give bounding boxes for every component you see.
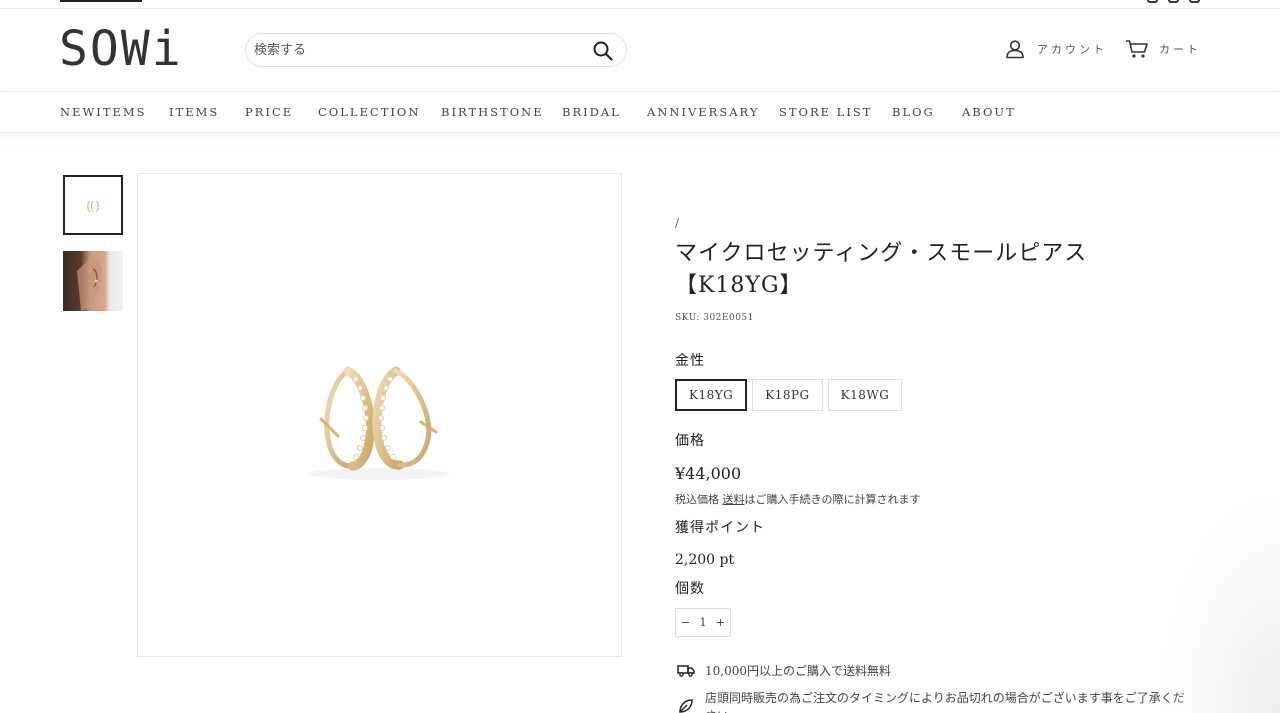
product-title: マイクロセッティング・スモールピアス 【K18YG】 [675, 238, 1195, 302]
quantity-stepper: − 1 + [675, 608, 731, 637]
search-bar [245, 33, 627, 67]
main-nav: NEWITEMS ITEMS PRICE COLLECTION BIRTHSTO… [0, 91, 1280, 133]
tax-prefix: 税込価格 [675, 493, 723, 506]
product-title-line1: マイクロセッティング・スモールピアス [675, 241, 1088, 266]
site-logo[interactable]: SOWi [59, 19, 183, 79]
stock-notice-text: 店頭同時販売の為ご注文のタイミングによりお品切れの場合がございます事をご了承くだ… [705, 691, 1185, 713]
thumbnail-model[interactable] [63, 251, 123, 311]
nav-item-birthstone[interactable]: BIRTHSTONE [441, 105, 544, 119]
search-input[interactable] [254, 35, 574, 65]
top-bar-underline [60, 0, 142, 2]
earrings-image [309, 366, 449, 480]
nav-item-price[interactable]: PRICE [245, 105, 293, 119]
nav-item-newitems[interactable]: NEWITEMS [60, 105, 147, 119]
quantity-value[interactable]: 1 [700, 616, 707, 629]
points-label: 獲得ポイント [675, 520, 765, 536]
metal-label: 金性 [675, 353, 705, 369]
account-link[interactable]: アカウント [1005, 39, 1107, 59]
shipping-notice-text: 10,000円以上のご購入で送料無料 [705, 664, 891, 678]
main-product-image[interactable] [137, 173, 622, 657]
price-label: 価格 [675, 433, 705, 449]
shipping-link[interactable]: 送料 [723, 493, 745, 506]
instagram-icon[interactable] [1147, 0, 1158, 3]
breadcrumb[interactable]: / [675, 216, 679, 230]
earring-thumbnail-image [87, 200, 99, 213]
youtube-icon[interactable] [1189, 0, 1200, 3]
variant-selector: K18YG K18PG K18WG [675, 379, 903, 411]
nav-item-about[interactable]: ABOUT [962, 105, 1016, 119]
nav-item-bridal[interactable]: BRIDAL [562, 105, 621, 119]
cart-link[interactable]: カート [1125, 39, 1201, 59]
nav-item-blog[interactable]: BLOG [892, 105, 935, 119]
quantity-decrease-button[interactable]: − [681, 616, 690, 629]
stock-notice: 店頭同時販売の為ご注文のタイミングによりお品切れの場合がございます事をご了承くだ… [677, 689, 1195, 713]
product-sku: SKU: 302E0051 [675, 313, 754, 323]
product-title-line2: 【K18YG】 [675, 273, 803, 298]
background-decoration [1160, 490, 1280, 713]
account-label: アカウント [1037, 43, 1107, 56]
cart-label: カート [1159, 43, 1201, 56]
user-icon [1006, 40, 1024, 59]
site-header: SOWi アカウント カート [0, 9, 1280, 91]
points-value: 2,200 pt [675, 552, 735, 568]
nav-item-store-list[interactable]: STORE LIST [779, 105, 872, 119]
variant-k18pg[interactable]: K18PG [752, 379, 823, 411]
tax-suffix: はご購入手続きの際に計算されます [744, 493, 921, 506]
variant-k18yg[interactable]: K18YG [675, 379, 748, 411]
quantity-increase-button[interactable]: + [716, 616, 725, 629]
tax-note: 税込価格 送料はご購入手続きの際に計算されます [675, 491, 921, 507]
product-price: ¥44,000 [675, 464, 742, 483]
leaf-icon [679, 699, 693, 713]
twitter-icon[interactable] [1168, 0, 1179, 3]
quantity-label: 個数 [675, 581, 705, 597]
nav-item-collection[interactable]: COLLECTION [318, 105, 420, 119]
shipping-notice: 10,000円以上のご購入で送料無料 [677, 662, 1195, 680]
thumbnail-product[interactable] [63, 175, 123, 235]
nav-item-items[interactable]: ITEMS [169, 105, 219, 119]
search-icon[interactable] [592, 40, 614, 62]
top-bar [0, 0, 1280, 9]
nav-item-anniversary[interactable]: ANNIVERSARY [647, 105, 759, 119]
social-links [1147, 0, 1200, 3]
variant-k18wg[interactable]: K18WG [827, 379, 903, 411]
truck-icon [677, 665, 695, 677]
cart-icon [1126, 40, 1148, 58]
ear-model-image [77, 258, 103, 311]
